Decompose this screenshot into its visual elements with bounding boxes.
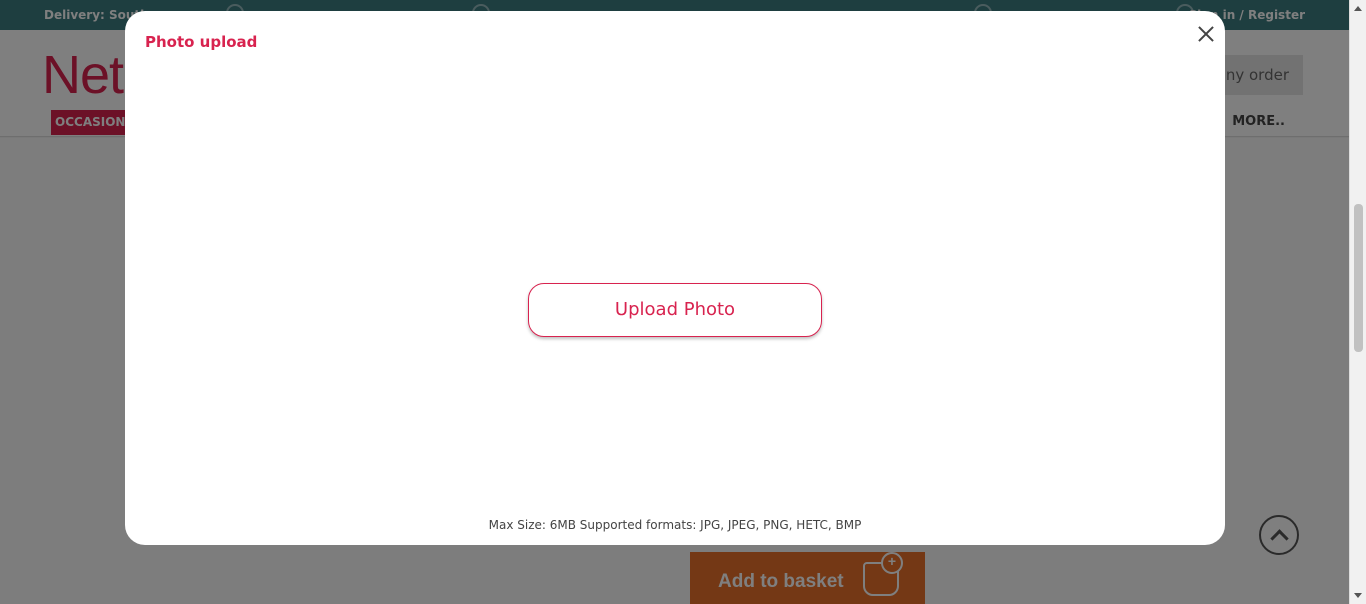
scroll-up-arrow-icon[interactable] xyxy=(1354,6,1362,11)
upload-photo-button[interactable]: Upload Photo xyxy=(528,283,822,337)
page-scrollbar[interactable] xyxy=(1349,0,1366,604)
close-icon[interactable] xyxy=(1195,23,1217,45)
scrollbar-thumb[interactable] xyxy=(1354,204,1363,352)
upload-requirements-text: Max Size: 6MB Supported formats: JPG, JP… xyxy=(488,518,862,532)
photo-upload-dialog: Photo upload Upload Photo Max Size: 6MB … xyxy=(125,11,1225,545)
scroll-down-arrow-icon[interactable] xyxy=(1354,593,1362,598)
dialog-title: Photo upload xyxy=(145,33,258,51)
